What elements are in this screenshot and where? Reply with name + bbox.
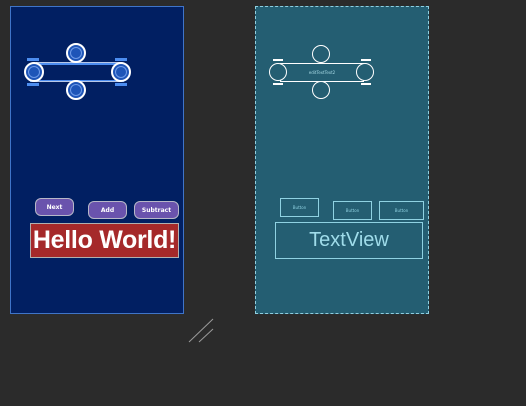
blueprint-surface[interactable] — [255, 6, 429, 314]
diagonal-resize-icon[interactable] — [186, 316, 216, 344]
blueprint-button-2[interactable]: Button — [333, 201, 372, 220]
blueprint-handle-right[interactable] — [356, 63, 374, 81]
blueprint-button-3[interactable]: Button — [379, 201, 424, 220]
design-surface[interactable] — [10, 6, 184, 314]
constraint-handle-left[interactable] — [24, 62, 44, 82]
blueprint-textview[interactable]: TextView — [275, 222, 423, 259]
add-button[interactable]: Add — [88, 201, 127, 219]
constraint-handle-bottom[interactable] — [66, 80, 86, 100]
blueprint-handle-top[interactable] — [312, 45, 330, 63]
hello-world-textview[interactable]: Hello World! — [30, 223, 179, 258]
constraint-handle-top[interactable] — [66, 43, 86, 63]
blueprint-handle-left[interactable] — [269, 63, 287, 81]
next-button[interactable]: Next — [35, 198, 74, 216]
blueprint-handle-bottom[interactable] — [312, 81, 330, 99]
constraint-handle-right[interactable] — [111, 62, 131, 82]
subtract-button[interactable]: Subtract — [134, 201, 179, 219]
blueprint-button-1[interactable]: Button — [280, 198, 319, 217]
selected-edittext[interactable] — [36, 62, 120, 82]
blueprint-edittext[interactable]: editTextText2 — [280, 63, 364, 82]
